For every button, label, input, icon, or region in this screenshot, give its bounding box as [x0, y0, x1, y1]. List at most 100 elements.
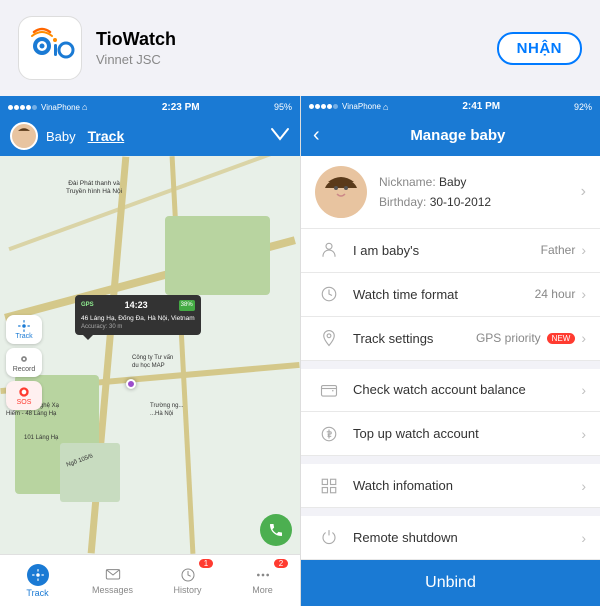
track-nav-label: Track [26, 588, 48, 598]
history-icon [180, 567, 196, 583]
sos-sidebar-btn[interactable]: SOS [6, 381, 42, 410]
location-icon [315, 324, 343, 352]
status-right1: 95% [274, 102, 292, 112]
birthday-row: Birthday: 30-10-2012 [379, 192, 581, 212]
map-area[interactable]: Đài Phát thanh vàTruyền hình Hà Nội Công… [0, 156, 300, 554]
manage-title: Manage baby [328, 127, 588, 144]
track-label[interactable]: Track [88, 128, 125, 144]
tracksettings-text: Track settings [353, 331, 476, 346]
call-button[interactable] [260, 514, 292, 546]
checkbalance-chevron: › [581, 382, 586, 398]
menu-iambaby[interactable]: I am baby's Father › [301, 229, 600, 273]
topup-chevron: › [581, 426, 586, 442]
checkbalance-text: Check watch account balance [353, 382, 581, 397]
map-label-4: 101 Láng Hạ [24, 435, 58, 441]
nickname-row: Nickname: Baby [379, 172, 581, 192]
tracksettings-value: GPS priority [476, 331, 541, 345]
nav-messages[interactable]: Messages [75, 555, 150, 606]
dot3 [321, 104, 326, 109]
app-icon [18, 16, 82, 80]
dot1 [8, 105, 13, 110]
timeformat-text: Watch time format [353, 287, 535, 302]
battery1: 95% [274, 102, 292, 112]
map-sidebar: Track Record SOS [6, 315, 42, 410]
wifi-icon2: ⌂ [383, 102, 388, 112]
map-label-2: Công ty Tư vấndu học MAP [132, 355, 173, 371]
timeformat-chevron: › [581, 286, 586, 302]
history-nav-label: History [173, 585, 201, 595]
phone1-frame: VinaPhone ⌂ 2:23 PM 95% Baby Track [0, 96, 300, 606]
dot1 [309, 104, 314, 109]
dollar-icon [315, 420, 343, 448]
app-developer: Vinnet JSC [96, 52, 483, 67]
time2: 2:41 PM [462, 101, 500, 112]
dot2 [14, 105, 19, 110]
nav-right-icon [270, 127, 290, 146]
menu-topup[interactable]: Top up watch account › [301, 412, 600, 456]
nickname-value: Baby [439, 175, 466, 189]
birthday-label: Birthday: [379, 195, 430, 209]
profile-info: Nickname: Baby Birthday: 30-10-2012 [379, 172, 581, 213]
power-icon [315, 524, 343, 552]
app-info: TioWatch Vinnet JSC [96, 29, 483, 67]
back-button[interactable]: ‹ [313, 124, 320, 147]
gps-info-bubble: GPS 14:23 38% 46 Láng Hạ, Đống Đa, Hà Nộ… [75, 295, 201, 335]
status-left2: VinaPhone ⌂ [309, 102, 388, 112]
location-pin [126, 379, 140, 393]
baby-avatar [10, 122, 38, 150]
menu-sep3 [301, 508, 600, 516]
watchinfo-text: Watch infomation [353, 478, 581, 493]
map-label-1: Đài Phát thanh vàTruyền hình Hà Nội [66, 180, 122, 197]
signal-dots [8, 105, 37, 110]
profile-chevron: › [581, 183, 586, 201]
menu-watchinfo[interactable]: Watch infomation › [301, 464, 600, 508]
nav-history[interactable]: 1 History [150, 555, 225, 606]
clock-icon [315, 280, 343, 308]
person-icon [315, 236, 343, 264]
gps-label: GPS [81, 301, 94, 309]
dot3 [20, 105, 25, 110]
unbind-container: Unbind [301, 560, 600, 606]
record-sidebar-btn[interactable]: Record [6, 348, 42, 377]
dot5 [333, 104, 338, 109]
track-sidebar-btn[interactable]: Track [6, 315, 42, 344]
birthday-value: 30-10-2012 [430, 195, 491, 209]
menu-checkbalance[interactable]: Check watch account balance › [301, 369, 600, 413]
iambaby-chevron: › [581, 242, 586, 258]
dot4 [26, 105, 31, 110]
wifi-icon: ⌂ [82, 102, 87, 112]
more-nav-label: More [252, 585, 273, 595]
nickname-label: Nickname: [379, 175, 439, 189]
profile-section[interactable]: Nickname: Baby Birthday: 30-10-2012 › [301, 156, 600, 229]
menu-shutdown[interactable]: Remote shutdown › [301, 516, 600, 560]
gps-address: 46 Láng Hạ, Đống Đa, Hà Nội, Vietnam [81, 314, 195, 323]
gps-accuracy: Accuracy: 30 m [81, 323, 195, 331]
wallet-icon [315, 376, 343, 404]
phone2-status-bar: VinaPhone ⌂ 2:41 PM 92% [301, 96, 600, 116]
app-store-header: TioWatch Vinnet JSC NHẬN [0, 0, 600, 96]
menu-timeformat[interactable]: Watch time format 24 hour › [301, 273, 600, 317]
green-block3 [60, 443, 120, 503]
gps-time: 14:23 [125, 299, 148, 312]
status-right2: 92% [574, 102, 592, 112]
menu-sep1 [301, 361, 600, 369]
map-label-truong: Trường ng......Hà Nội [150, 403, 183, 419]
dot2 [315, 104, 320, 109]
new-badge: NEW [547, 333, 576, 344]
gps-battery: 38% [179, 300, 195, 310]
phone2-navbar: ‹ Manage baby [301, 116, 600, 156]
app-name: TioWatch [96, 29, 483, 50]
screenshots-row: VinaPhone ⌂ 2:23 PM 95% Baby Track [0, 96, 600, 606]
record-btn-label: Record [13, 366, 36, 373]
phone2-frame: VinaPhone ⌂ 2:41 PM 92% ‹ Manage baby [301, 96, 600, 606]
download-button[interactable]: NHẬN [497, 32, 582, 65]
nav-more[interactable]: 2 More [225, 555, 300, 606]
shutdown-text: Remote shutdown [353, 530, 581, 545]
nav-track[interactable]: Track [0, 555, 75, 606]
unbind-button[interactable]: Unbind [301, 560, 600, 606]
more-icon [255, 567, 271, 583]
time1: 2:23 PM [162, 102, 200, 113]
watchinfo-chevron: › [581, 478, 586, 494]
menu-tracksettings[interactable]: Track settings GPS priority NEW › [301, 317, 600, 361]
track-btn-label: Track [15, 333, 32, 340]
